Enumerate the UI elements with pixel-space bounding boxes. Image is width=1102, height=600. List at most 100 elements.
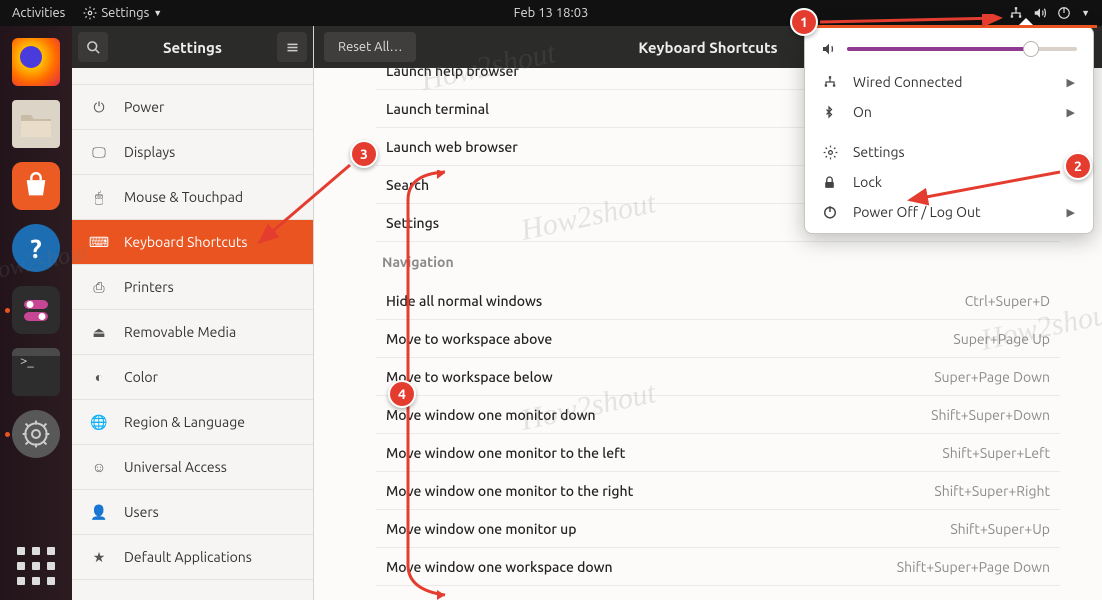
shortcut-key: Shift+Super+Right (934, 483, 1050, 499)
gear-icon (83, 6, 97, 20)
shortcut-key: Shift+Super+Up (950, 521, 1050, 537)
shortcut-key: Super+Page Up (953, 331, 1050, 347)
bluetooth-icon (823, 105, 839, 119)
removable-media-icon: ⏏ (90, 324, 108, 341)
running-indicator-icon (5, 308, 10, 313)
slider-fill (847, 47, 1031, 51)
annotation-badge-1: 1 (790, 8, 818, 36)
running-indicator-icon (5, 432, 10, 437)
shortcut-row[interactable]: Move window one monitor upShift+Super+Up (376, 510, 1060, 548)
dock-terminal[interactable] (12, 348, 60, 396)
power-icon (823, 205, 839, 219)
activities-button[interactable]: Activities (12, 6, 65, 20)
shortcut-key: Super+Page Down (934, 369, 1050, 385)
lock-icon (823, 175, 839, 190)
annotation-badge-3: 3 (350, 140, 378, 168)
shortcut-row[interactable]: Move window one workspace downShift+Supe… (376, 548, 1060, 586)
reset-all-button[interactable]: Reset All… (324, 32, 416, 62)
dock-software[interactable] (12, 162, 60, 210)
menu-item-label: Settings (853, 144, 905, 160)
sidebar-item-label: Keyboard Shortcuts (124, 234, 247, 250)
shortcut-row[interactable]: Move window one monitor to the leftShift… (376, 434, 1060, 472)
sidebar-item-label: Power (124, 99, 164, 115)
dock-help[interactable]: ? (12, 224, 60, 272)
chevron-right-icon: ▶ (1067, 206, 1075, 219)
main-title: Keyboard Shortcuts (638, 39, 777, 56)
menu-item-label: Power Off / Log Out (853, 204, 981, 220)
accessibility-icon: ☺ (90, 459, 108, 475)
chevron-down-icon: ▼ (1081, 8, 1090, 18)
ubuntu-dock: ? (0, 26, 72, 600)
volume-slider[interactable] (847, 47, 1077, 51)
sidebar-item-label: Users (124, 504, 159, 520)
shortcut-key: Shift+Super+Down (931, 407, 1050, 423)
star-icon: ★ (90, 549, 108, 566)
sidebar-item-label: Displays (124, 144, 175, 160)
sidebar-item-region[interactable]: 🌐 Region & Language (72, 400, 313, 445)
sidebar-item-label: Removable Media (124, 324, 236, 340)
annotation-arrow-3 (255, 160, 355, 250)
shortcut-row[interactable]: Hide all normal windowsCtrl+Super+D (376, 282, 1060, 320)
dock-show-apps[interactable] (12, 542, 60, 590)
dock-settings[interactable] (12, 410, 60, 458)
dock-settings-toggle[interactable] (12, 286, 60, 334)
sidebar-item-label: Mouse & Touchpad (124, 189, 243, 205)
app-menu-button[interactable]: Settings ▼ (83, 6, 162, 20)
menu-item-label: Wired Connected (853, 74, 962, 90)
printer-icon: ⎙ (90, 279, 108, 296)
sidebar-item-color[interactable]: ◐Color (72, 355, 313, 400)
menu-item-wired[interactable]: Wired Connected ▶ (805, 67, 1093, 97)
shortcut-row[interactable]: Move window one monitor to the rightShif… (376, 472, 1060, 510)
menu-item-settings[interactable]: Settings (805, 137, 1093, 167)
sidebar-item-users[interactable]: 👤 Users (72, 490, 313, 535)
clock[interactable]: Feb 13 18:03 (514, 6, 589, 20)
volume-icon (1033, 6, 1047, 20)
shortcut-label: Launch terminal (386, 101, 489, 117)
annotation-arrow-2 (905, 166, 1065, 206)
settings-sidebar: Settings ♪Sound ⏻Power 🖵Displays 🖱Mouse … (72, 26, 314, 600)
menu-item-label: Lock (853, 174, 882, 190)
dock-firefox[interactable] (12, 38, 60, 86)
slider-thumb[interactable] (1023, 41, 1039, 57)
sidebar-item-label: Color (124, 369, 158, 385)
annotation-badge-2: 2 (1064, 152, 1092, 180)
shortcut-row[interactable]: Move window one monitor downShift+Super+… (376, 396, 1060, 434)
annotation-badge-4: 4 (388, 380, 416, 408)
sidebar-search-button[interactable] (78, 32, 108, 62)
sidebar-header: Settings (72, 26, 313, 68)
sidebar-item-label: Region & Language (124, 414, 245, 430)
shortcut-label: Launch web browser (386, 139, 518, 155)
chevron-down-icon: ▼ (153, 8, 162, 18)
globe-icon: 🌐 (90, 414, 108, 431)
gear-icon (823, 145, 839, 160)
chevron-right-icon: ▶ (1067, 76, 1075, 89)
dock-files[interactable] (12, 100, 60, 148)
sidebar-item-label: Default Applications (124, 549, 252, 565)
sidebar-item-label: Universal Access (124, 459, 227, 475)
power-icon (1057, 6, 1071, 20)
sidebar-item-removable-media[interactable]: ⏏ Removable Media (72, 310, 313, 355)
menu-item-label: On (853, 104, 872, 120)
mouse-icon: 🖱 (90, 189, 108, 206)
sidebar-menu-button[interactable] (277, 32, 307, 62)
menu-item-bluetooth[interactable]: On ▶ (805, 97, 1093, 127)
sidebar-item-default-apps[interactable]: ★ Default Applications (72, 535, 313, 580)
shortcut-row[interactable]: Move to workspace belowSuper+Page Down (376, 358, 1060, 396)
sidebar-item-label: Printers (124, 279, 174, 295)
chevron-right-icon: ▶ (1067, 106, 1075, 119)
sidebar-item-printers[interactable]: ⎙ Printers (72, 265, 313, 310)
sidebar-item-power[interactable]: ⏻ Power (72, 85, 313, 130)
sidebar-list[interactable]: ♪Sound ⏻Power 🖵Displays 🖱Mouse & Touchpa… (72, 40, 313, 600)
app-menu-label: Settings (101, 6, 149, 20)
shortcut-row[interactable]: Move to workspace aboveSuper+Page Up (376, 320, 1060, 358)
sidebar-item-universal-access[interactable]: ☺ Universal Access (72, 445, 313, 490)
annotation-arrow-1 (820, 14, 1010, 30)
volume-icon (821, 41, 837, 57)
shortcut-key: Shift+Super+Left (942, 445, 1050, 461)
shortcut-key: Shift+Super+Page Down (897, 559, 1050, 575)
volume-row (805, 37, 1093, 67)
network-icon (823, 75, 839, 89)
shortcut-key: Ctrl+Super+D (965, 293, 1050, 309)
users-icon: 👤 (90, 504, 108, 521)
power-icon: ⏻ (90, 99, 108, 116)
